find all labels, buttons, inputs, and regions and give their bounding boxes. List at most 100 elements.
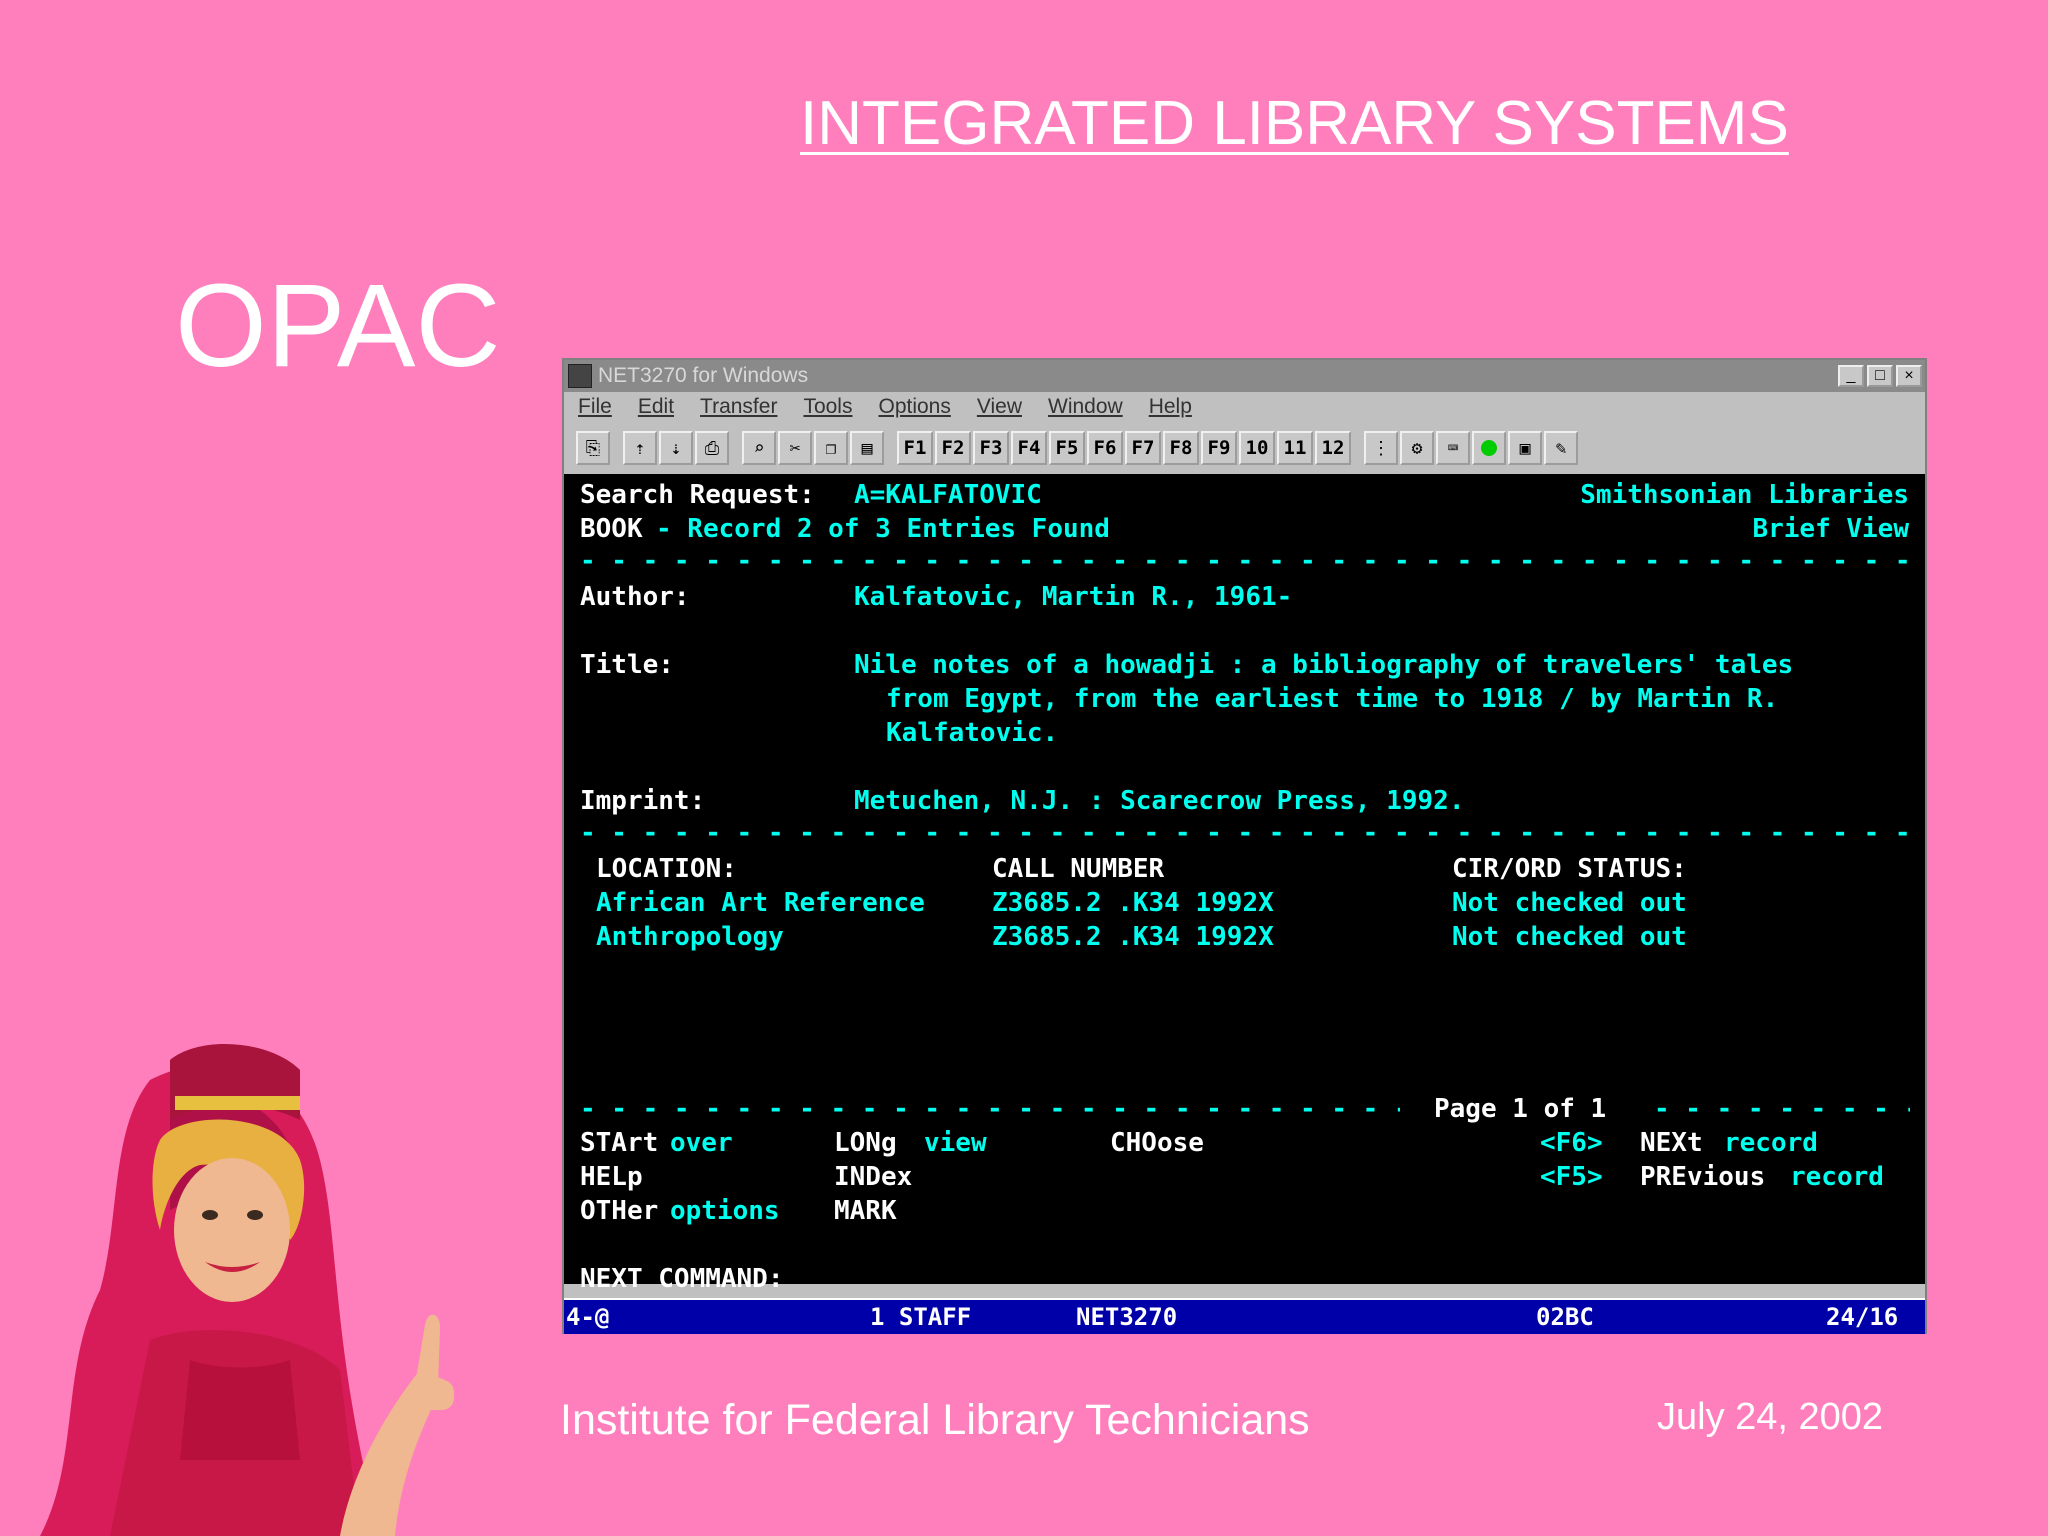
footer-institute: Institute for Federal Library Technician… xyxy=(560,1396,1310,1444)
macro-icon[interactable]: ⋮ xyxy=(1364,431,1398,465)
status-bar: 4-@ 1 STAFF NET3270 02BC 24/16 xyxy=(564,1298,1925,1334)
command-start-desc: over xyxy=(670,1128,733,1158)
status-cursor: 24/16 xyxy=(1826,1303,1899,1331)
menu-help[interactable]: Help xyxy=(1149,395,1192,419)
menu-transfer[interactable]: Transfer xyxy=(700,395,777,419)
window-title: NET3270 for Windows xyxy=(598,364,809,387)
holding-call-number: Z3685.2 .K34 1992X xyxy=(992,922,1274,952)
command-previous-desc: record xyxy=(1790,1162,1884,1192)
menu-options[interactable]: Options xyxy=(878,395,950,419)
record-info: - Record 2 of 3 Entries Found xyxy=(656,514,1110,544)
f6-key-button[interactable]: F6 xyxy=(1087,431,1123,465)
download-icon[interactable]: ⇣ xyxy=(659,431,693,465)
f1-key-button[interactable]: F1 xyxy=(897,431,933,465)
page-info: Page 1 of 1 xyxy=(1434,1094,1607,1124)
command-help: HELp xyxy=(580,1162,643,1192)
status-header: CIR/ORD STATUS: xyxy=(1452,854,1687,884)
f2-key-button[interactable]: F2 xyxy=(935,431,971,465)
close-button[interactable]: × xyxy=(1896,365,1922,387)
f12-key-button[interactable]: 12 xyxy=(1315,431,1351,465)
menu-file[interactable]: File xyxy=(578,395,612,419)
connect-icon[interactable]: ⎘ xyxy=(576,431,610,465)
toolbar: ⎘ ⇡ ⇣ ⎙ ⌕ ✂ ❐ ▤ F1 F2 F3 F4 F5 F6 F7 F8 … xyxy=(564,422,1925,476)
f6-key-hint: <F6> xyxy=(1540,1128,1603,1158)
view-mode: Brief View xyxy=(1752,514,1909,544)
call-number-header: CALL NUMBER xyxy=(992,854,1165,884)
menu-tools[interactable]: Tools xyxy=(803,395,852,419)
settings-icon[interactable]: ⚙ xyxy=(1400,431,1434,465)
separator: - - - - - - - - - - - - - - - - - - - - … xyxy=(580,1094,1400,1124)
command-previous: PREvious xyxy=(1640,1162,1766,1192)
f10-key-button[interactable]: 10 xyxy=(1239,431,1275,465)
search-label: Search Request: xyxy=(580,480,815,510)
find-icon[interactable]: ⌕ xyxy=(742,431,776,465)
app-icon xyxy=(568,364,592,388)
command-choose: CHOose xyxy=(1110,1128,1204,1158)
cut-icon[interactable]: ✂ xyxy=(778,431,812,465)
maximize-button[interactable]: □ xyxy=(1867,365,1893,387)
author-value: Kalfatovic, Martin R., 1961- xyxy=(854,582,1293,612)
status-session: 1 STAFF xyxy=(870,1303,972,1331)
imprint-label: Imprint: xyxy=(580,786,706,816)
f9-key-button[interactable]: F9 xyxy=(1201,431,1237,465)
command-next-desc: record xyxy=(1724,1128,1818,1158)
f5-key-hint: <F5> xyxy=(1540,1162,1603,1192)
menu-edit[interactable]: Edit xyxy=(638,395,674,419)
command-other-desc: options xyxy=(670,1196,780,1226)
separator: - - - - - - - - - - - - - - - - - - - - … xyxy=(580,818,1910,848)
holding-status: Not checked out xyxy=(1452,888,1687,918)
footer-date: July 24, 2002 xyxy=(1657,1396,1884,1438)
f7-key-button[interactable]: F7 xyxy=(1125,431,1161,465)
holding-status: Not checked out xyxy=(1452,922,1687,952)
folder-icon[interactable]: ✎ xyxy=(1544,431,1578,465)
command-index: INDex xyxy=(834,1162,913,1192)
imprint-value: Metuchen, N.J. : Scarecrow Press, 1992. xyxy=(854,786,1465,816)
location-header: LOCATION: xyxy=(596,854,737,884)
f11-key-button[interactable]: 11 xyxy=(1277,431,1313,465)
menu-window[interactable]: Window xyxy=(1048,395,1123,419)
terminal-window: NET3270 for Windows _ □ × File Edit Tran… xyxy=(562,358,1927,1334)
status-mode: 4-@ xyxy=(566,1303,610,1331)
minimize-button[interactable]: _ xyxy=(1838,365,1864,387)
command-mark: MARK xyxy=(834,1196,897,1226)
command-next: NEXt xyxy=(1640,1128,1703,1158)
status-app: NET3270 xyxy=(1076,1303,1178,1331)
upload-icon[interactable]: ⇡ xyxy=(623,431,657,465)
title-line-2: from Egypt, from the earliest time to 19… xyxy=(886,684,1779,714)
command-long: LONg xyxy=(834,1128,897,1158)
terminal-screen[interactable]: Search Request: A=KALFATOVIC Smithsonian… xyxy=(564,474,1925,1294)
slide-title: INTEGRATED LIBRARY SYSTEMS xyxy=(800,89,1789,158)
command-start: STArt xyxy=(580,1128,659,1158)
copy-icon[interactable]: ❐ xyxy=(814,431,848,465)
title-label: Title: xyxy=(580,650,674,680)
f8-key-button[interactable]: F8 xyxy=(1163,431,1199,465)
keyboard-icon[interactable]: ⌨ xyxy=(1436,431,1470,465)
holding-call-number: Z3685.2 .K34 1992X xyxy=(992,888,1274,918)
command-other: OTHer xyxy=(580,1196,659,1226)
author-label: Author: xyxy=(580,582,690,612)
record-icon[interactable]: ▣ xyxy=(1508,431,1542,465)
command-long-desc: view xyxy=(924,1128,987,1158)
f4-key-button[interactable]: F4 xyxy=(1011,431,1047,465)
library-name: Smithsonian Libraries xyxy=(1580,480,1909,510)
window-titlebar: NET3270 for Windows _ □ × xyxy=(564,360,1925,392)
separator: - - - - - - - - - - - - - - - - - - - - … xyxy=(580,546,1910,576)
title-line-1: Nile notes of a howadji : a bibliography… xyxy=(854,650,1794,680)
format-label: BOOK xyxy=(580,514,643,544)
print-icon[interactable]: ⎙ xyxy=(695,431,729,465)
title-line-3: Kalfatovic. xyxy=(886,718,1059,748)
holding-location: Anthropology xyxy=(596,922,784,952)
next-command-prompt[interactable]: NEXT COMMAND: xyxy=(580,1264,784,1294)
holding-location: African Art Reference xyxy=(596,888,925,918)
paste-icon[interactable]: ▤ xyxy=(850,431,884,465)
status-code: 02BC xyxy=(1536,1303,1594,1331)
menu-bar: File Edit Transfer Tools Options View Wi… xyxy=(564,392,1925,422)
menu-view[interactable]: View xyxy=(977,395,1022,419)
search-value: A=KALFATOVIC xyxy=(854,480,1042,510)
status-light-icon[interactable] xyxy=(1472,431,1506,465)
slide-heading: OPAC xyxy=(175,260,501,392)
genie-illustration xyxy=(40,1043,454,1536)
separator: - - - - - - - - - - - - - - - - - - - xyxy=(1654,1094,1910,1124)
f3-key-button[interactable]: F3 xyxy=(973,431,1009,465)
f5-key-button[interactable]: F5 xyxy=(1049,431,1085,465)
